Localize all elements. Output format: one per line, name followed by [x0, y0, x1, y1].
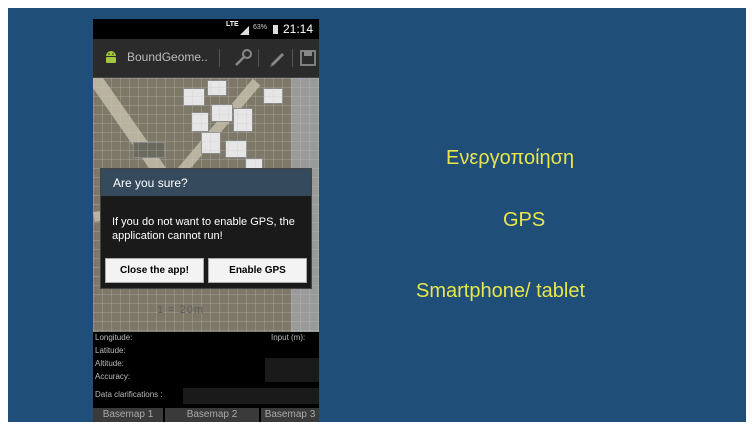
close-app-button[interactable]: Close the app!	[105, 258, 204, 283]
accuracy-label: Accuracy:	[95, 372, 131, 381]
input-m-field[interactable]	[265, 358, 319, 382]
pencil-icon[interactable]	[264, 45, 290, 71]
basemap-2-button[interactable]: Basemap 2	[165, 408, 259, 422]
enable-gps-button[interactable]: Enable GPS	[208, 258, 307, 283]
caption-line-2: GPS	[503, 209, 546, 231]
android-icon	[106, 51, 116, 63]
battery-icon	[273, 25, 278, 34]
latitude-label: Latitude:	[95, 346, 126, 355]
caption-line-1: Ενεργοποίηση	[446, 147, 575, 169]
phone-screen: LTE 63% 21:14 BoundGeome.. 1 = 20m Longi…	[93, 19, 319, 422]
dialog-title: Are you sure?	[113, 176, 188, 190]
app-title: BoundGeome..	[127, 50, 208, 64]
basemap-1-button[interactable]: Basemap 1	[93, 408, 163, 422]
data-clarifications-label: Data clarifications :	[95, 390, 163, 399]
action-separator	[292, 49, 293, 67]
basemap-bar: Basemap 1 Basemap 2 Basemap 3	[93, 408, 319, 422]
basemap-3-button[interactable]: Basemap 3	[261, 408, 319, 422]
longitude-label: Longitude:	[95, 333, 133, 342]
dialog-header: Are you sure?	[101, 169, 311, 196]
action-separator	[258, 49, 259, 67]
slide-background: LTE 63% 21:14 BoundGeome.. 1 = 20m Longi…	[8, 8, 746, 422]
map-scale: 1 = 20m	[157, 304, 205, 316]
network-indicator: LTE	[226, 21, 239, 28]
dialog-message: If you do not want to enable GPS, the ap…	[112, 216, 295, 242]
data-clarifications-field[interactable]	[183, 388, 319, 404]
caption-line-3: Smartphone/ tablet	[416, 280, 585, 302]
battery-percent: 63%	[253, 24, 268, 31]
action-bar: BoundGeome..	[93, 39, 319, 78]
wrench-icon[interactable]	[230, 45, 256, 71]
input-m-label: Input (m):	[271, 333, 306, 342]
save-icon[interactable]	[295, 45, 319, 71]
altitude-label: Altitude:	[95, 359, 124, 368]
clock: 21:14	[283, 22, 314, 36]
status-bar: LTE 63% 21:14	[93, 19, 319, 39]
action-separator	[219, 49, 220, 67]
signal-icon	[240, 26, 249, 35]
gps-dialog: Are you sure? If you do not want to enab…	[100, 168, 312, 289]
